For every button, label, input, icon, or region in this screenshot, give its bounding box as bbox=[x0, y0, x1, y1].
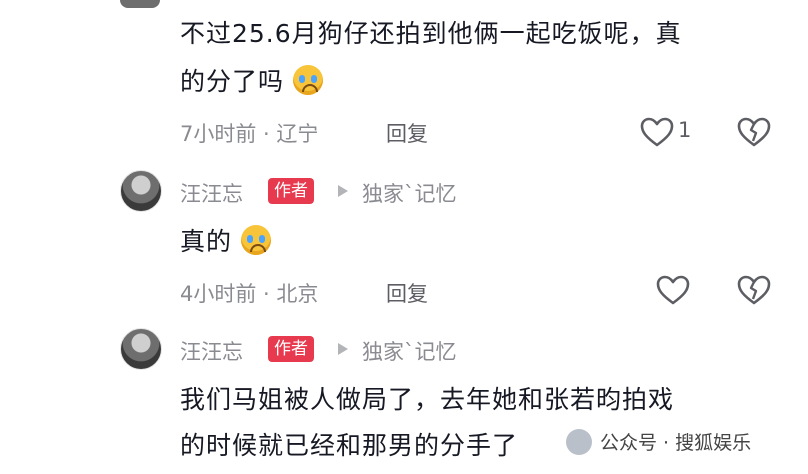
comment-text: 真的 bbox=[180, 222, 271, 262]
avatar[interactable] bbox=[120, 328, 162, 370]
reply-to-username[interactable]: 独家`记忆 bbox=[362, 178, 457, 208]
wechat-logo-icon bbox=[566, 428, 592, 455]
crying-face-emoji-icon bbox=[292, 65, 323, 95]
comment-text-line2: 的时候就已经和那男的分手了 bbox=[180, 431, 519, 460]
like-heart-icon[interactable] bbox=[656, 275, 690, 305]
comment-time-location: 4小时前 · 北京 bbox=[180, 282, 319, 306]
username[interactable]: 汪汪忘 bbox=[180, 178, 243, 208]
comment-text-line1: 我们马姐被人做局了，去年她和张若昀拍戏 bbox=[180, 385, 675, 414]
comment-text-line2: 的分了吗 bbox=[180, 62, 323, 102]
comment-text-line1: 不过25.6月狗仔还拍到他俩一起吃饭呢，真 bbox=[180, 19, 682, 48]
username[interactable]: 汪汪忘 bbox=[180, 336, 243, 366]
crying-face-emoji-icon bbox=[240, 225, 271, 255]
like-heart-icon[interactable] bbox=[640, 117, 674, 147]
watermark: 公众号 · 搜狐娱乐 bbox=[566, 428, 751, 455]
watermark-text: 公众号 · 搜狐娱乐 bbox=[600, 432, 752, 454]
reply-arrow-icon bbox=[338, 343, 348, 355]
author-badge: 作者 bbox=[268, 336, 314, 362]
avatar[interactable] bbox=[120, 170, 162, 212]
dislike-broken-heart-icon[interactable] bbox=[737, 275, 771, 305]
reply-button[interactable]: 回复 bbox=[386, 278, 428, 308]
avatar-partial[interactable] bbox=[120, 0, 160, 8]
like-count: 1 bbox=[678, 118, 692, 142]
reply-button[interactable]: 回复 bbox=[386, 118, 428, 148]
author-badge: 作者 bbox=[268, 178, 314, 204]
reply-arrow-icon bbox=[338, 185, 348, 197]
comment-time-location: 7小时前 · 辽宁 bbox=[180, 122, 319, 146]
dislike-broken-heart-icon[interactable] bbox=[737, 117, 771, 147]
reply-to-username[interactable]: 独家`记忆 bbox=[362, 336, 457, 366]
